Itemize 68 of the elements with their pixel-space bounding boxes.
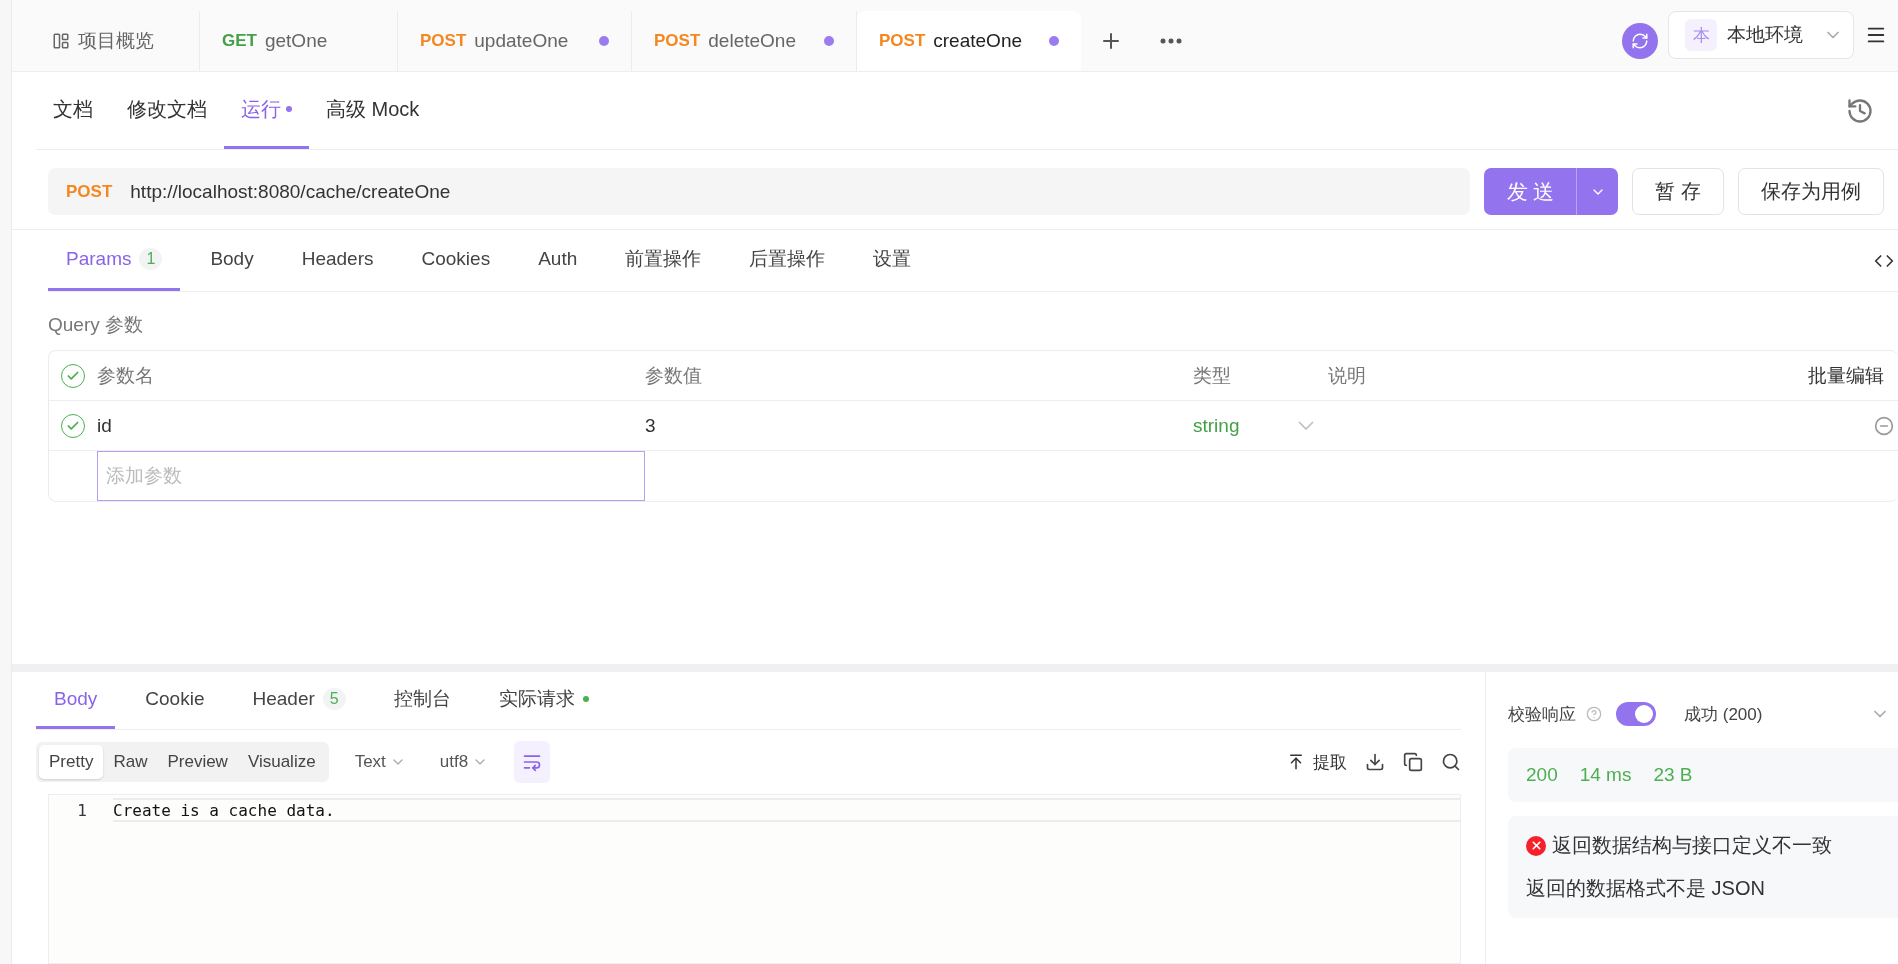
response-result-select[interactable]: 成功 (200) <box>1684 702 1763 726</box>
extract-button[interactable]: 提取 <box>1287 750 1347 774</box>
editor-tab[interactable]: 项目概览 <box>30 11 200 71</box>
response-tab[interactable]: 控制台 <box>375 672 469 729</box>
error-detail: 返回的数据格式不是 JSON <box>1526 876 1766 901</box>
response-tab[interactable]: Cookie <box>127 672 223 729</box>
column-header: 参数名 <box>97 363 155 388</box>
send-options-button[interactable] <box>1576 168 1619 215</box>
layout-icon <box>52 32 70 50</box>
request-tab[interactable]: 运行 <box>224 72 309 149</box>
help-icon[interactable] <box>1586 706 1602 722</box>
param-name-cell[interactable]: id <box>97 414 645 437</box>
view-mode-tab[interactable]: Pretty <box>39 745 104 779</box>
response-tab[interactable]: Body <box>36 672 116 729</box>
encoding-select[interactable]: utf8 <box>431 752 497 772</box>
response-tab[interactable]: Header 5 <box>234 672 364 729</box>
column-header: 说明 <box>1328 363 1367 388</box>
param-tab[interactable]: 设置 <box>855 230 930 291</box>
editor-tab[interactable]: POST createOne <box>857 11 1081 71</box>
request-tab[interactable]: 高级 Mock <box>309 72 437 149</box>
count-badge: 1 <box>139 248 163 270</box>
section-title: Query 参数 <box>47 313 145 337</box>
upload-icon <box>1287 753 1305 771</box>
editor-tab[interactable]: POST updateOne <box>398 11 632 71</box>
response-stat: 14 ms <box>1579 764 1632 786</box>
editor-tab[interactable]: GET getOne <box>200 11 398 71</box>
view-mode-tab[interactable]: Visualize <box>237 745 326 779</box>
send-button[interactable]: 发 送 <box>1484 168 1577 215</box>
column-header: 类型 <box>1193 363 1232 388</box>
url-field[interactable]: POST http://localhost:8080/cache/createOne <box>48 168 1471 215</box>
request-tab[interactable]: 文档 <box>36 72 110 149</box>
response-stat: 200 <box>1526 764 1558 786</box>
sync-icon <box>1631 32 1649 50</box>
count-badge: 5 <box>322 688 346 710</box>
validate-label: 校验响应 <box>1508 703 1576 726</box>
copy-icon[interactable] <box>1403 752 1423 772</box>
param-tab[interactable]: Headers <box>283 230 392 291</box>
wrap-button[interactable] <box>514 741 551 783</box>
wrap-icon <box>522 752 543 772</box>
search-icon[interactable] <box>1441 752 1461 772</box>
save-case-button[interactable]: 保存为用例 <box>1738 168 1884 215</box>
validate-toggle[interactable] <box>1616 702 1656 726</box>
view-mode-tab[interactable]: Raw <box>103 745 158 779</box>
request-tab[interactable]: 修改文档 <box>110 72 224 149</box>
param-value-cell[interactable]: 3 <box>645 414 1193 437</box>
param-tab[interactable]: 后置操作 <box>731 230 844 291</box>
param-tab[interactable]: Auth <box>520 230 596 291</box>
view-mode-tab[interactable]: Preview <box>157 745 238 779</box>
environment-select[interactable]: 本 本地环境 <box>1668 11 1854 59</box>
remove-icon[interactable] <box>1874 415 1894 436</box>
more-icon <box>1160 38 1182 44</box>
download-icon[interactable] <box>1365 752 1385 772</box>
param-tab[interactable]: Params 1 <box>48 230 181 291</box>
format-select[interactable]: Text <box>346 752 414 772</box>
save-draft-button[interactable]: 暂 存 <box>1632 168 1724 215</box>
param-tab[interactable]: Body <box>192 230 272 291</box>
add-param-field[interactable]: 添加参数 <box>97 451 645 501</box>
error-title: 返回数据结构与接口定义不一致 <box>1552 833 1832 858</box>
error-icon <box>1526 835 1546 856</box>
sync-button[interactable] <box>1622 23 1658 59</box>
chevron-icon <box>1298 421 1314 430</box>
response-tab[interactable]: 实际请求 <box>480 672 607 729</box>
column-header: 参数值 <box>645 363 703 388</box>
param-tab[interactable]: Cookies <box>403 230 509 291</box>
response-stat: 23 B <box>1653 764 1693 786</box>
line-number: 1 <box>76 800 88 820</box>
param-tab[interactable]: 前置操作 <box>607 230 720 291</box>
batch-edit-link[interactable]: 批量编辑 <box>1808 362 1898 389</box>
